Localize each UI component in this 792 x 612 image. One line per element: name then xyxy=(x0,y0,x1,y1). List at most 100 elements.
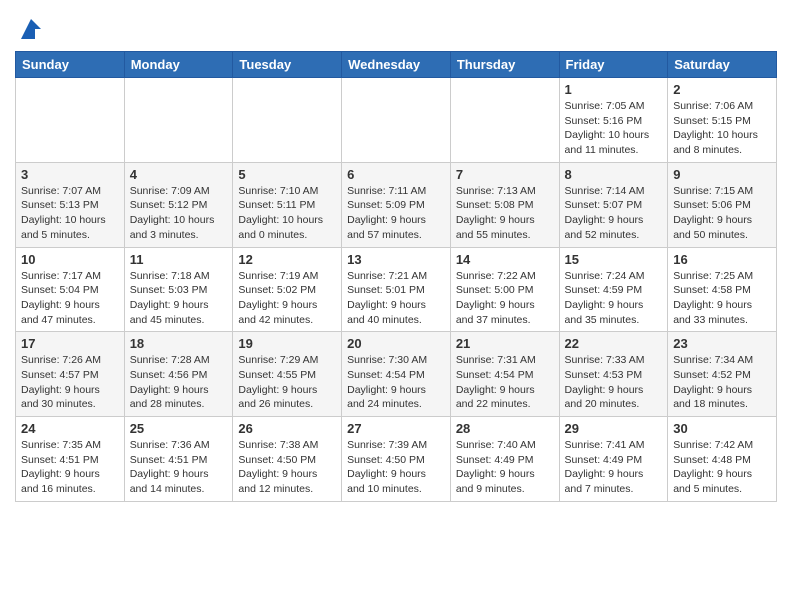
day-number: 16 xyxy=(673,252,771,267)
calendar-cell: 11 Sunrise: 7:18 AM Sunset: 5:03 PM Dayli… xyxy=(124,247,233,332)
calendar-cell xyxy=(450,78,559,163)
day-number: 12 xyxy=(238,252,336,267)
calendar-table: SundayMondayTuesdayWednesdayThursdayFrid… xyxy=(15,51,777,502)
calendar-cell: 9 Sunrise: 7:15 AM Sunset: 5:06 PM Daylig… xyxy=(668,162,777,247)
day-info: Sunrise: 7:28 AM Sunset: 4:56 PM Dayligh… xyxy=(130,353,228,412)
weekday-header-thursday: Thursday xyxy=(450,52,559,78)
day-info: Sunrise: 7:13 AM Sunset: 5:08 PM Dayligh… xyxy=(456,184,554,243)
calendar-week-3: 10 Sunrise: 7:17 AM Sunset: 5:04 PM Dayli… xyxy=(16,247,777,332)
day-number: 6 xyxy=(347,167,445,182)
calendar-cell: 5 Sunrise: 7:10 AM Sunset: 5:11 PM Daylig… xyxy=(233,162,342,247)
calendar-cell: 30 Sunrise: 7:42 AM Sunset: 4:48 PM Dayli… xyxy=(668,417,777,502)
calendar-cell: 23 Sunrise: 7:34 AM Sunset: 4:52 PM Dayli… xyxy=(668,332,777,417)
page-header xyxy=(15,10,777,43)
weekday-header-saturday: Saturday xyxy=(668,52,777,78)
calendar-cell: 21 Sunrise: 7:31 AM Sunset: 4:54 PM Dayli… xyxy=(450,332,559,417)
calendar-header-row: SundayMondayTuesdayWednesdayThursdayFrid… xyxy=(16,52,777,78)
day-number: 21 xyxy=(456,336,554,351)
calendar-cell: 20 Sunrise: 7:30 AM Sunset: 4:54 PM Dayli… xyxy=(342,332,451,417)
calendar-week-1: 1 Sunrise: 7:05 AM Sunset: 5:16 PM Daylig… xyxy=(16,78,777,163)
day-number: 30 xyxy=(673,421,771,436)
day-number: 7 xyxy=(456,167,554,182)
day-number: 1 xyxy=(565,82,663,97)
day-info: Sunrise: 7:05 AM Sunset: 5:16 PM Dayligh… xyxy=(565,99,663,158)
calendar-cell: 6Sunrise: 7:11 AM Sunset: 5:09 PM Daylig… xyxy=(342,162,451,247)
logo xyxy=(15,15,45,43)
calendar-cell: 12 Sunrise: 7:19 AM Sunset: 5:02 PM Dayli… xyxy=(233,247,342,332)
calendar-cell: 1 Sunrise: 7:05 AM Sunset: 5:16 PM Daylig… xyxy=(559,78,668,163)
day-number: 22 xyxy=(565,336,663,351)
calendar-cell xyxy=(233,78,342,163)
day-info: Sunrise: 7:07 AM Sunset: 5:13 PM Dayligh… xyxy=(21,184,119,243)
day-info: Sunrise: 7:18 AM Sunset: 5:03 PM Dayligh… xyxy=(130,269,228,328)
calendar-cell: 19Sunrise: 7:29 AM Sunset: 4:55 PM Dayli… xyxy=(233,332,342,417)
day-number: 20 xyxy=(347,336,445,351)
calendar-cell: 13 Sunrise: 7:21 AM Sunset: 5:01 PM Dayli… xyxy=(342,247,451,332)
day-info: Sunrise: 7:09 AM Sunset: 5:12 PM Dayligh… xyxy=(130,184,228,243)
day-info: Sunrise: 7:38 AM Sunset: 4:50 PM Dayligh… xyxy=(238,438,336,497)
calendar-cell: 22 Sunrise: 7:33 AM Sunset: 4:53 PM Dayli… xyxy=(559,332,668,417)
calendar-cell: 15 Sunrise: 7:24 AM Sunset: 4:59 PM Dayli… xyxy=(559,247,668,332)
day-info: Sunrise: 7:06 AM Sunset: 5:15 PM Dayligh… xyxy=(673,99,771,158)
calendar-cell: 3Sunrise: 7:07 AM Sunset: 5:13 PM Daylig… xyxy=(16,162,125,247)
calendar-week-5: 24 Sunrise: 7:35 AM Sunset: 4:51 PM Dayli… xyxy=(16,417,777,502)
day-number: 9 xyxy=(673,167,771,182)
calendar-cell: 27 Sunrise: 7:39 AM Sunset: 4:50 PM Dayli… xyxy=(342,417,451,502)
calendar-cell: 14Sunrise: 7:22 AM Sunset: 5:00 PM Dayli… xyxy=(450,247,559,332)
calendar-cell: 25 Sunrise: 7:36 AM Sunset: 4:51 PM Dayli… xyxy=(124,417,233,502)
day-number: 10 xyxy=(21,252,119,267)
day-info: Sunrise: 7:17 AM Sunset: 5:04 PM Dayligh… xyxy=(21,269,119,328)
day-number: 24 xyxy=(21,421,119,436)
calendar-cell xyxy=(16,78,125,163)
day-number: 5 xyxy=(238,167,336,182)
day-info: Sunrise: 7:41 AM Sunset: 4:49 PM Dayligh… xyxy=(565,438,663,497)
day-number: 15 xyxy=(565,252,663,267)
calendar-cell: 24 Sunrise: 7:35 AM Sunset: 4:51 PM Dayli… xyxy=(16,417,125,502)
weekday-header-friday: Friday xyxy=(559,52,668,78)
day-number: 14 xyxy=(456,252,554,267)
calendar-week-4: 17 Sunrise: 7:26 AM Sunset: 4:57 PM Dayli… xyxy=(16,332,777,417)
day-info: Sunrise: 7:36 AM Sunset: 4:51 PM Dayligh… xyxy=(130,438,228,497)
day-number: 11 xyxy=(130,252,228,267)
day-info: Sunrise: 7:35 AM Sunset: 4:51 PM Dayligh… xyxy=(21,438,119,497)
calendar-cell: 4 Sunrise: 7:09 AM Sunset: 5:12 PM Daylig… xyxy=(124,162,233,247)
day-number: 2 xyxy=(673,82,771,97)
day-info: Sunrise: 7:24 AM Sunset: 4:59 PM Dayligh… xyxy=(565,269,663,328)
calendar-cell: 18 Sunrise: 7:28 AM Sunset: 4:56 PM Dayli… xyxy=(124,332,233,417)
weekday-header-wednesday: Wednesday xyxy=(342,52,451,78)
day-info: Sunrise: 7:19 AM Sunset: 5:02 PM Dayligh… xyxy=(238,269,336,328)
day-info: Sunrise: 7:30 AM Sunset: 4:54 PM Dayligh… xyxy=(347,353,445,412)
weekday-header-sunday: Sunday xyxy=(16,52,125,78)
day-number: 4 xyxy=(130,167,228,182)
day-number: 25 xyxy=(130,421,228,436)
day-number: 28 xyxy=(456,421,554,436)
day-info: Sunrise: 7:34 AM Sunset: 4:52 PM Dayligh… xyxy=(673,353,771,412)
calendar-cell: 2 Sunrise: 7:06 AM Sunset: 5:15 PM Daylig… xyxy=(668,78,777,163)
day-info: Sunrise: 7:42 AM Sunset: 4:48 PM Dayligh… xyxy=(673,438,771,497)
calendar-cell: 17 Sunrise: 7:26 AM Sunset: 4:57 PM Dayli… xyxy=(16,332,125,417)
day-info: Sunrise: 7:31 AM Sunset: 4:54 PM Dayligh… xyxy=(456,353,554,412)
calendar-cell: 10 Sunrise: 7:17 AM Sunset: 5:04 PM Dayli… xyxy=(16,247,125,332)
day-number: 26 xyxy=(238,421,336,436)
calendar-week-2: 3Sunrise: 7:07 AM Sunset: 5:13 PM Daylig… xyxy=(16,162,777,247)
day-info: Sunrise: 7:26 AM Sunset: 4:57 PM Dayligh… xyxy=(21,353,119,412)
day-number: 13 xyxy=(347,252,445,267)
day-number: 23 xyxy=(673,336,771,351)
calendar-cell: 26 Sunrise: 7:38 AM Sunset: 4:50 PM Dayli… xyxy=(233,417,342,502)
calendar-cell: 8Sunrise: 7:14 AM Sunset: 5:07 PM Daylig… xyxy=(559,162,668,247)
day-info: Sunrise: 7:21 AM Sunset: 5:01 PM Dayligh… xyxy=(347,269,445,328)
day-info: Sunrise: 7:25 AM Sunset: 4:58 PM Dayligh… xyxy=(673,269,771,328)
day-number: 17 xyxy=(21,336,119,351)
calendar-cell xyxy=(342,78,451,163)
calendar-cell: 7 Sunrise: 7:13 AM Sunset: 5:08 PM Daylig… xyxy=(450,162,559,247)
calendar-cell: 16 Sunrise: 7:25 AM Sunset: 4:58 PM Dayli… xyxy=(668,247,777,332)
day-number: 27 xyxy=(347,421,445,436)
day-info: Sunrise: 7:15 AM Sunset: 5:06 PM Dayligh… xyxy=(673,184,771,243)
day-info: Sunrise: 7:33 AM Sunset: 4:53 PM Dayligh… xyxy=(565,353,663,412)
weekday-header-monday: Monday xyxy=(124,52,233,78)
day-info: Sunrise: 7:39 AM Sunset: 4:50 PM Dayligh… xyxy=(347,438,445,497)
day-number: 18 xyxy=(130,336,228,351)
day-info: Sunrise: 7:14 AM Sunset: 5:07 PM Dayligh… xyxy=(565,184,663,243)
day-info: Sunrise: 7:10 AM Sunset: 5:11 PM Dayligh… xyxy=(238,184,336,243)
calendar-cell: 29Sunrise: 7:41 AM Sunset: 4:49 PM Dayli… xyxy=(559,417,668,502)
